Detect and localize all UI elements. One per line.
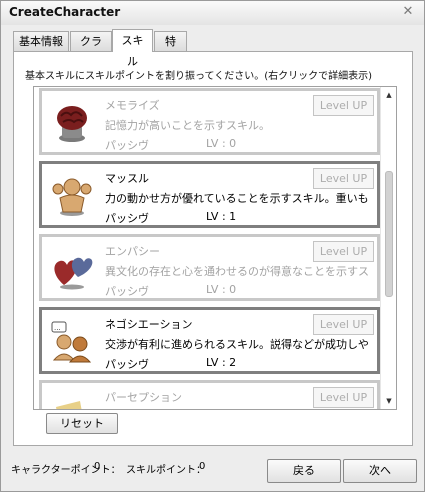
skill-card-perception[interactable]: パーセプション Level UP	[39, 380, 380, 409]
character-points-value: 0	[94, 461, 101, 472]
tab-class[interactable]: クラス	[70, 31, 112, 67]
skill-type: パッシヴ	[105, 358, 149, 371]
skill-type: パッシヴ	[105, 139, 149, 152]
skill-name: メモライズ	[105, 99, 160, 112]
skill-name: ネゴシエーション	[105, 318, 193, 331]
level-up-button[interactable]: Level UP	[313, 387, 374, 408]
tab-skill[interactable]: スキル	[112, 29, 153, 68]
close-icon[interactable]: ✕	[400, 4, 416, 20]
skill-level: LV : 0	[206, 137, 237, 150]
hearts-icon	[54, 257, 93, 290]
skill-card-muscle[interactable]: マッスル 力の動かせ方が優れていることを示すスキル。重いも パッシヴ LV : …	[39, 161, 380, 228]
brain-icon	[57, 106, 87, 142]
skill-type: パッシヴ	[105, 212, 149, 225]
skill-card-empathy[interactable]: エンパシー 異文化の存在と心を通わせるのが得意なことを示すス パッシヴ LV :…	[39, 234, 380, 301]
scroll-down-icon[interactable]: ▼	[381, 393, 396, 409]
next-button[interactable]: 次へ	[343, 459, 417, 483]
skill-level: LV : 2	[206, 356, 237, 369]
skill-points-value: 0	[199, 461, 206, 472]
skill-type: パッシヴ	[105, 285, 149, 298]
skill-description: 交渉が有利に進められるスキル。説得などが成功しや	[105, 338, 369, 351]
create-character-window: CreateCharacter ✕ 基本情報 クラス スキル 特性 基本スキルに…	[0, 0, 425, 492]
scroll-up-icon[interactable]: ▲	[381, 87, 396, 103]
skill-card-negotiation[interactable]: ... ネゴシエーション 交渉が有利に進められるスキル。説得などが成功しや パッ…	[39, 307, 380, 374]
instruction-text: 基本スキルにスキルポイントを割り振ってください。(右クリックで詳細表示)	[25, 71, 373, 82]
tab-basic-info[interactable]: 基本情報	[13, 31, 69, 51]
skill-level: LV : 0	[206, 283, 237, 296]
skill-level: LV : 1	[206, 210, 237, 223]
window-title: CreateCharacter	[9, 5, 121, 19]
skill-card-memorize[interactable]: メモライズ 記憶力が高いことを示すスキル。 パッシヴ LV : 0 Level …	[39, 88, 380, 155]
negotiation-icon: ...	[51, 321, 92, 363]
level-up-button[interactable]: Level UP	[313, 95, 374, 116]
skill-description: 力の動かせ方が優れていることを示すスキル。重いも	[105, 192, 369, 205]
scroll-thumb[interactable]	[385, 171, 393, 297]
character-points-label: キャラクターポイント：	[11, 465, 121, 476]
back-button[interactable]: 戻る	[267, 459, 341, 483]
skill-list-scrollbar[interactable]: ▲ ▼	[380, 87, 396, 409]
muscle-person-icon	[52, 178, 92, 216]
skill-name: エンパシー	[105, 245, 160, 258]
title-bar[interactable]: CreateCharacter ✕	[1, 1, 424, 25]
level-up-button[interactable]: Level UP	[313, 168, 374, 189]
skill-name: マッスル	[105, 172, 149, 185]
skill-points-label: スキルポイント：	[126, 465, 206, 476]
level-up-button[interactable]: Level UP	[313, 241, 374, 262]
skill-name: パーセプション	[105, 391, 182, 404]
skill-description: 記憶力が高いことを示すスキル。	[105, 119, 270, 132]
svg-text:...: ...	[54, 324, 61, 332]
level-up-button[interactable]: Level UP	[313, 314, 374, 335]
perception-icon	[56, 401, 82, 409]
skill-list[interactable]: メモライズ 記憶力が高いことを示すスキル。 パッシヴ LV : 0 Level …	[33, 86, 397, 410]
skill-description: 異文化の存在と心を通わせるのが得意なことを示すス	[105, 265, 369, 278]
skill-panel: 基本スキルにスキルポイントを割り振ってください。(右クリックで詳細表示) メモラ…	[13, 51, 413, 446]
reset-button[interactable]: リセット	[46, 413, 118, 434]
tab-traits[interactable]: 特性	[154, 31, 187, 67]
